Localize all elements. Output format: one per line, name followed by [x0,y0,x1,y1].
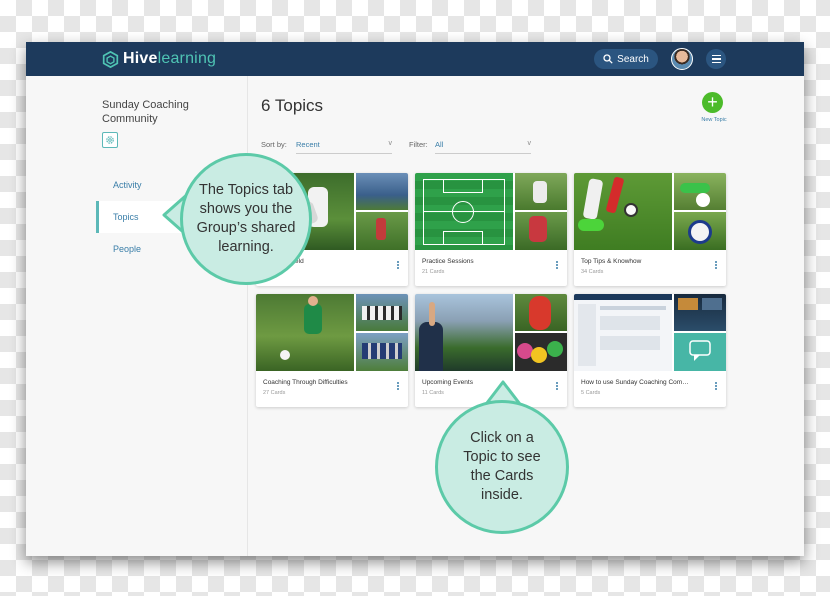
topic-card[interactable]: Practice Sessions 21 Cards [415,173,567,286]
sort-label: Sort by: [261,140,287,149]
topic-card-count: 11 Cards [422,390,444,396]
search-icon [603,54,613,64]
topic-card-count: 27 Cards [263,390,286,396]
more-vertical-icon[interactable] [713,382,719,390]
filter-label: Filter: [409,140,428,149]
topic-card-title: Top Tips & Knowhow [581,258,642,265]
page-title: 6 Topics [261,96,324,115]
avatar[interactable] [671,48,693,70]
topic-card-image [574,173,726,250]
topic-card-image [256,294,408,371]
filter-select[interactable]: All v [435,140,531,154]
topic-card[interactable]: Top Tips & Knowhow 34 Cards [574,173,726,286]
sidebar-item-label: People [113,244,142,254]
new-topic-label[interactable]: New Topic [694,117,734,123]
logo-primary: Hive [123,50,158,67]
filter-value: All [435,140,444,149]
menu-button[interactable] [706,49,726,69]
more-vertical-icon[interactable] [554,382,560,390]
more-vertical-icon[interactable] [554,261,560,269]
settings-icon [106,136,114,144]
logo-secondary: learning [157,50,217,67]
topic-card-count: 34 Cards [581,269,604,275]
topic-card-title: Practice Sessions [422,258,474,265]
topic-card-image [415,173,567,250]
hive-logo-icon [102,50,119,68]
topic-card-image [574,294,726,371]
new-topic-button[interactable]: + [702,92,723,113]
topic-card[interactable]: Coaching Through Difficulties 27 Cards [256,294,408,407]
callout-click-text: Click on a Topic to see the Cards inside… [463,430,541,503]
chevron-down-icon: v [388,140,393,147]
top-bar: Hivelearning Search [26,42,804,76]
sort-select[interactable]: Recent v [296,140,392,154]
plus-icon: + [707,92,718,112]
sidebar: Sunday Coaching Community Activity Topic… [26,76,248,556]
more-vertical-icon[interactable] [395,382,401,390]
chevron-down-icon: v [527,140,532,147]
more-vertical-icon[interactable] [395,261,401,269]
topic-card-count: 5 Cards [581,390,601,396]
menu-icon [711,54,721,64]
search-button[interactable]: Search [594,49,658,69]
logo-text: Hivelearning [123,50,216,68]
more-vertical-icon[interactable] [713,261,719,269]
sidebar-item-label: Activity [113,180,142,190]
settings-button[interactable] [102,132,118,148]
callout-click-topic: Click on a Topic to see the Cards inside… [435,400,569,534]
topic-card-title: How to use Sunday Coaching Com… [581,379,689,386]
topic-card-count: 21 Cards [422,269,445,275]
community-name: Sunday Coaching Community [102,99,189,125]
callout-topics-tab: The Topics tab shows you the Group’s sha… [180,153,312,285]
topic-card-image [415,294,567,371]
sort-value: Recent [296,140,320,149]
search-label: Search [617,53,649,65]
chat-bubble-icon [689,340,711,361]
topic-card[interactable]: How to use Sunday Coaching Com… 5 Cards [574,294,726,407]
callout-topics-text: The Topics tab shows you the Group’s sha… [196,182,296,255]
sidebar-item-label: Topics [113,212,139,222]
topic-card-title: Coaching Through Difficulties [263,379,348,386]
hive-logo[interactable]: Hivelearning [102,50,216,68]
app-window: Hivelearning Search Sunday Coaching Comm… [26,42,804,556]
